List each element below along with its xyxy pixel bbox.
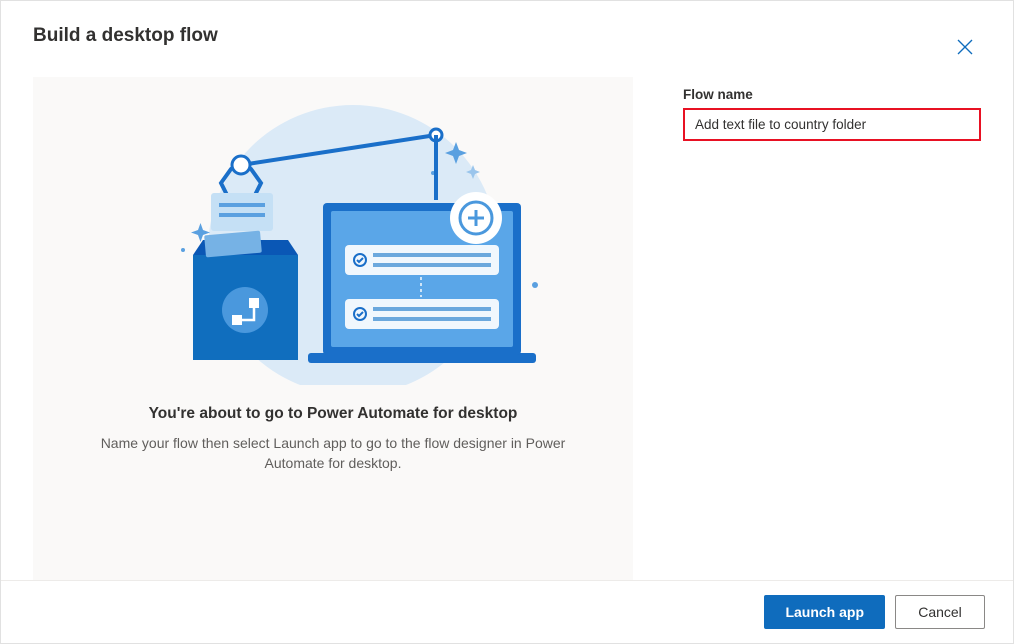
cancel-button[interactable]: Cancel [895, 595, 985, 629]
info-description: Name your flow then select Launch app to… [83, 433, 583, 474]
dialog-footer: Launch app Cancel [1, 580, 1013, 643]
form-panel: Flow name [683, 77, 981, 580]
flow-name-input[interactable] [683, 108, 981, 141]
info-heading: You're about to go to Power Automate for… [149, 405, 518, 423]
close-icon [957, 39, 973, 55]
flow-name-label: Flow name [683, 87, 981, 102]
build-desktop-flow-dialog: Build a desktop flow [0, 0, 1014, 644]
dialog-title: Build a desktop flow [33, 25, 218, 47]
dialog-header: Build a desktop flow [1, 1, 1013, 77]
dialog-content: You're about to go to Power Automate for… [1, 77, 1013, 580]
illustration [123, 95, 543, 385]
close-button[interactable] [949, 31, 981, 63]
info-panel: You're about to go to Power Automate for… [33, 77, 633, 580]
launch-app-button[interactable]: Launch app [764, 595, 885, 629]
